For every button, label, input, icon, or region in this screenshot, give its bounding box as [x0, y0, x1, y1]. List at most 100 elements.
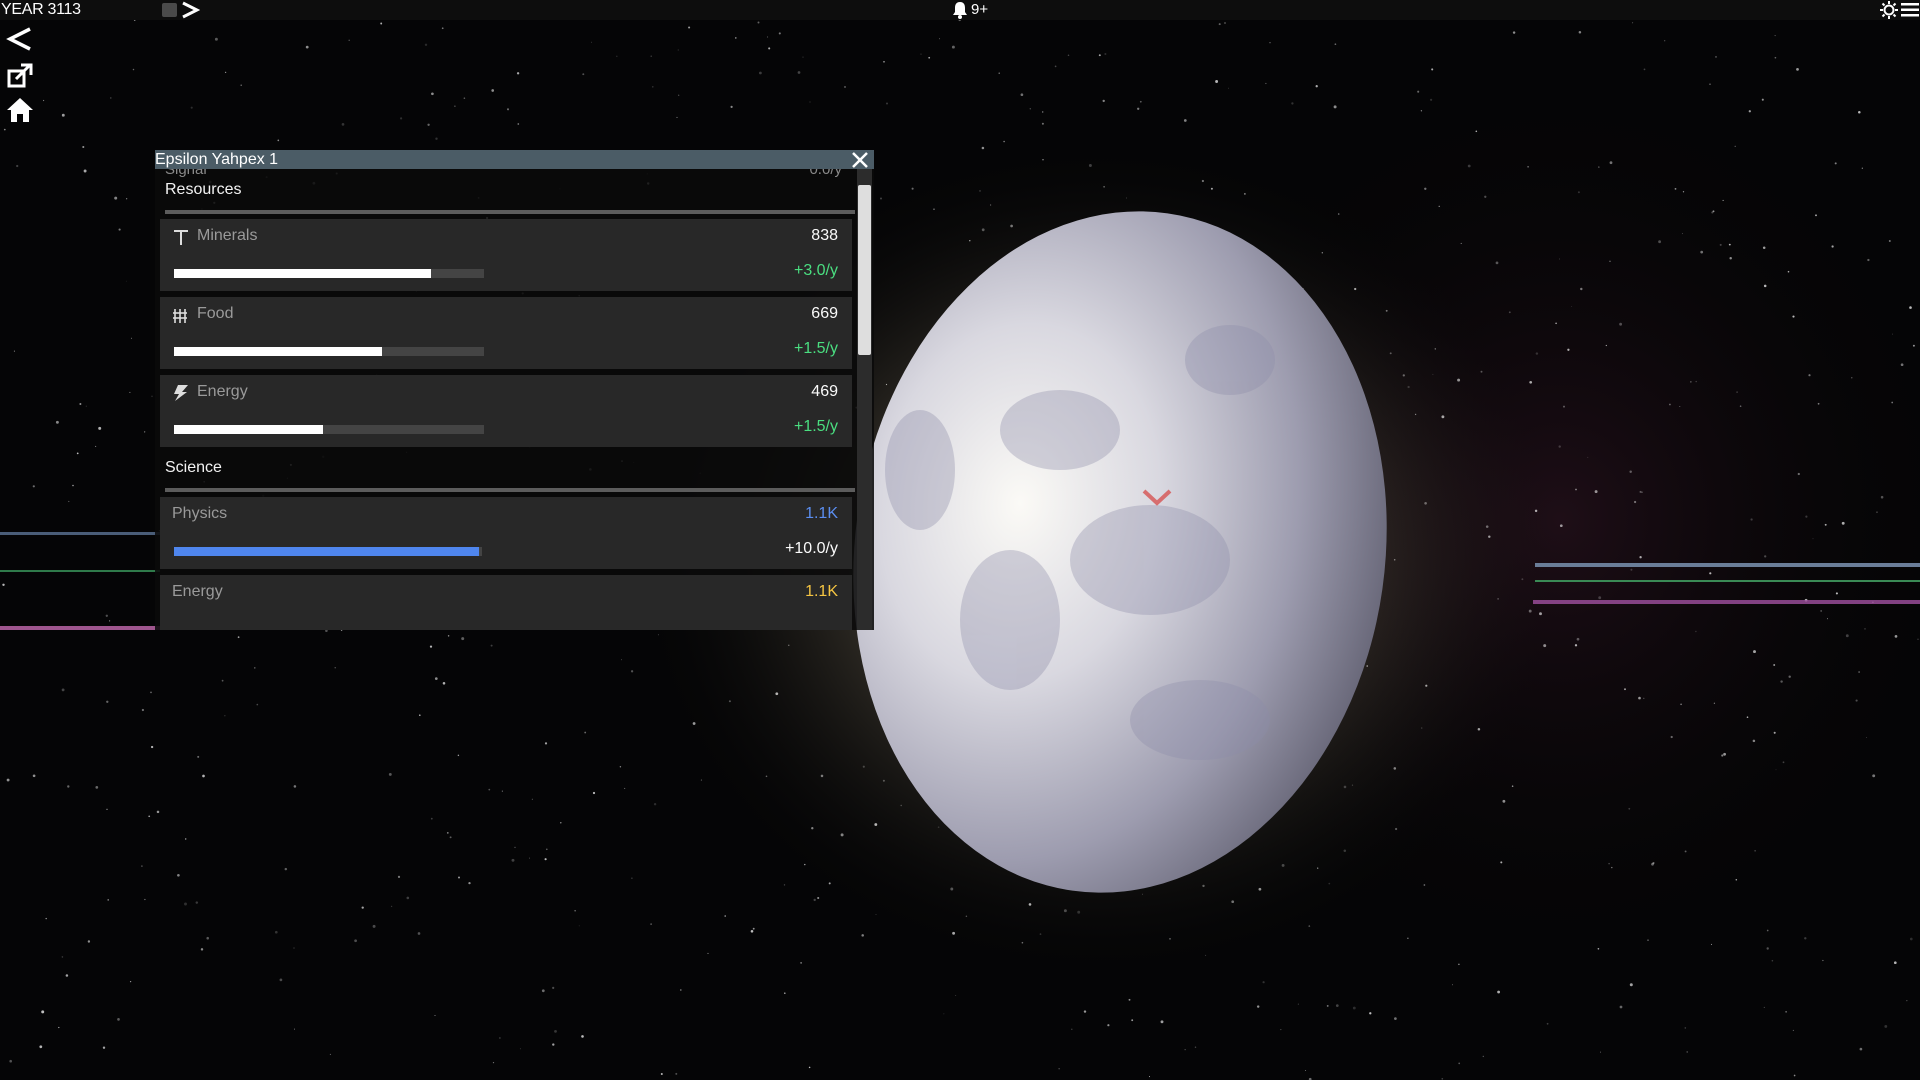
star — [1558, 445, 1561, 448]
star — [1754, 850, 1756, 852]
star — [1280, 1029, 1282, 1031]
star — [1858, 111, 1861, 114]
star — [1563, 405, 1565, 408]
star — [802, 56, 804, 58]
orbit-line — [0, 626, 160, 630]
star — [1527, 165, 1529, 168]
star — [1633, 500, 1637, 504]
star — [616, 55, 618, 57]
star — [1841, 521, 1845, 525]
star — [1137, 107, 1140, 110]
science-card-physics[interactable]: Physics 1.1K +10.0/y — [160, 497, 852, 569]
top-bar: YEAR 3113 9+ — [0, 0, 1920, 20]
star — [390, 905, 393, 908]
planet-info-panel[interactable]: Epsilon Yahpex 1 Signal 0.0/y Resources … — [155, 150, 874, 630]
star — [1578, 31, 1582, 34]
star — [200, 948, 204, 951]
star — [76, 452, 79, 455]
star — [676, 116, 678, 118]
selection-marker-icon — [1142, 489, 1172, 506]
star — [1845, 634, 1849, 638]
star — [1721, 754, 1724, 757]
star — [1335, 1004, 1339, 1007]
star — [32, 485, 35, 488]
star — [1761, 98, 1764, 101]
year-label: YEAR 3113 — [1, 1, 81, 18]
star — [1546, 1022, 1549, 1025]
star — [434, 677, 438, 680]
resource-card-minerals[interactable]: Minerals 838 +3.0/y — [160, 219, 852, 291]
star — [277, 139, 280, 142]
resource-progress-fill — [174, 425, 323, 434]
star — [1815, 214, 1817, 217]
star — [109, 620, 111, 622]
star — [1315, 85, 1318, 88]
star — [1888, 240, 1891, 242]
star — [531, 798, 533, 800]
star — [1734, 145, 1736, 147]
star — [1041, 122, 1044, 125]
star — [1638, 696, 1641, 700]
star — [1884, 1024, 1888, 1028]
star — [574, 910, 576, 912]
star — [388, 772, 392, 776]
star — [490, 644, 493, 647]
star — [427, 123, 430, 126]
star — [1700, 250, 1704, 254]
star — [87, 940, 91, 943]
star — [516, 72, 520, 75]
back-icon[interactable] — [6, 26, 34, 54]
star — [778, 32, 781, 35]
star — [1763, 284, 1767, 288]
scrollbar-thumb[interactable] — [858, 185, 871, 355]
star — [1194, 1046, 1197, 1048]
home-icon[interactable] — [6, 96, 34, 124]
star — [284, 867, 288, 871]
star — [951, 45, 955, 49]
star — [1262, 981, 1265, 984]
star — [461, 637, 465, 641]
star — [95, 786, 99, 789]
signal-label: Signal — [165, 169, 207, 178]
star — [1609, 161, 1613, 165]
play-speed-icon[interactable] — [180, 1, 200, 19]
star — [1746, 716, 1749, 718]
panel-body: Signal 0.0/y Resources Minerals 838 +3.0… — [155, 169, 855, 630]
star — [1729, 257, 1732, 260]
resource-card-food[interactable]: Food 669 +1.5/y — [160, 297, 852, 369]
star — [1104, 52, 1107, 56]
panel-header[interactable]: Epsilon Yahpex 1 — [155, 150, 874, 169]
star — [79, 403, 82, 405]
star — [1805, 515, 1808, 518]
star — [279, 978, 283, 982]
star — [1670, 735, 1673, 739]
close-button[interactable] — [847, 150, 873, 169]
external-link-icon[interactable] — [6, 62, 34, 90]
star — [45, 917, 47, 920]
star — [1866, 737, 1867, 738]
pause-button[interactable] — [162, 3, 177, 17]
section-divider — [165, 210, 855, 214]
science-card-energy[interactable]: Energy 1.1K — [160, 575, 852, 630]
star — [430, 817, 433, 820]
star — [1867, 258, 1870, 262]
panel-scrollbar[interactable] — [857, 169, 872, 630]
star — [800, 962, 802, 964]
resource-value: 469 — [811, 383, 838, 400]
star — [528, 857, 530, 859]
resource-name: Food — [197, 305, 234, 322]
science-value: 1.1K — [805, 505, 838, 522]
star — [724, 915, 726, 917]
star — [1218, 23, 1221, 26]
star — [1690, 381, 1692, 383]
star — [1787, 270, 1790, 273]
star — [1735, 878, 1738, 881]
resource-card-energy[interactable]: Energy 469 +1.5/y — [160, 375, 852, 447]
star — [1831, 245, 1834, 248]
star — [1664, 40, 1666, 42]
gear-icon[interactable] — [1880, 1, 1898, 19]
star — [492, 1062, 495, 1064]
star — [1597, 947, 1600, 950]
menu-icon[interactable] — [1901, 2, 1919, 18]
star — [581, 1035, 584, 1038]
